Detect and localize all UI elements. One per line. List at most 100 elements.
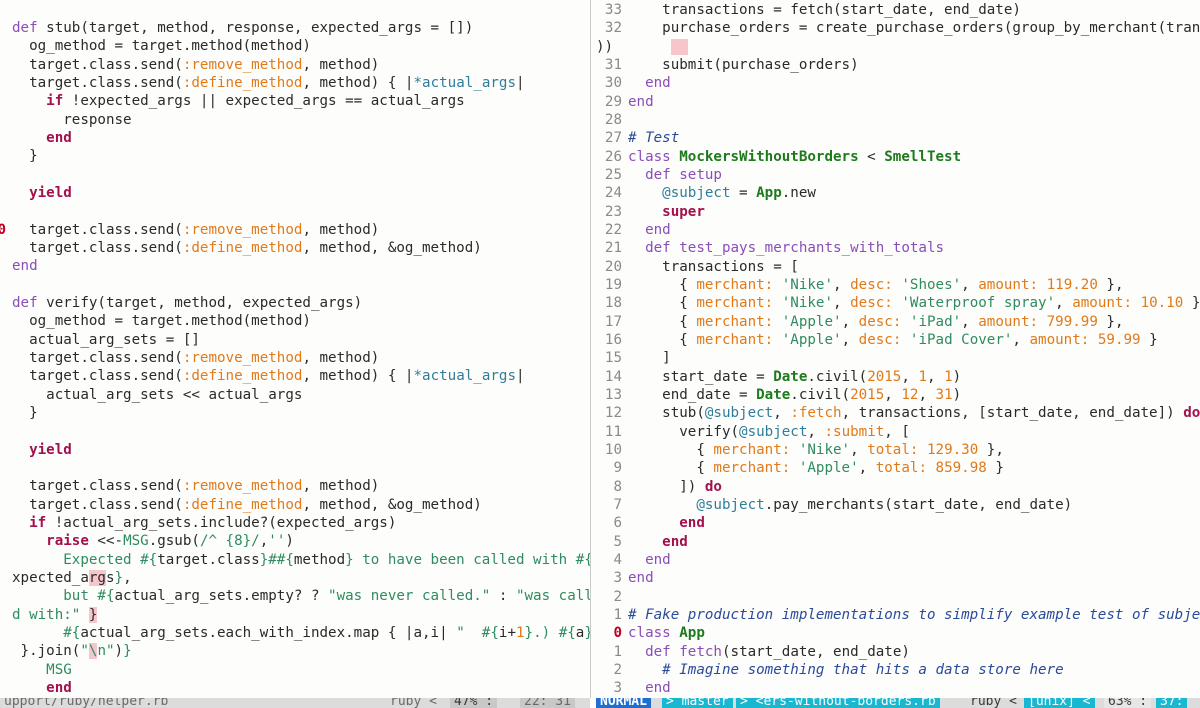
code-line[interactable]: 31 submit(purchase_orders) xyxy=(596,56,1200,74)
code-line[interactable]: 9 { merchant: 'Apple', total: 859.98 } xyxy=(596,459,1200,477)
code-text: class App xyxy=(628,625,705,642)
mode-indicator: NORMAL xyxy=(596,698,651,708)
code-line[interactable] xyxy=(0,459,590,477)
code-line[interactable]: Expected #{target.class}##{method} to ha… xyxy=(0,551,590,569)
code-text: } xyxy=(12,148,38,165)
code-line[interactable]: if !expected_args || expected_args == ac… xyxy=(0,92,590,110)
code-line[interactable]: 26 class MockersWithoutBorders < SmellTes… xyxy=(596,148,1200,166)
code-line[interactable]: response xyxy=(0,111,590,129)
code-line[interactable]: d with:" } xyxy=(0,606,590,624)
code-text: actual_arg_sets = [] xyxy=(12,331,200,348)
code-line[interactable]: target.class.send(:remove_method, method… xyxy=(0,349,590,367)
line-number: 4 xyxy=(613,551,622,568)
code-line[interactable]: 16 { merchant: 'Apple', desc: 'iPad Cove… xyxy=(596,331,1200,349)
code-line[interactable]: og_method = target.method(method) xyxy=(0,312,590,330)
code-line[interactable]: 13 end_date = Date.civil(2015, 12, 31) xyxy=(596,386,1200,404)
code-line[interactable]: def verify(target, method, expected_args… xyxy=(0,294,590,312)
line-number: 22 xyxy=(604,221,622,238)
code-line[interactable]: 3 end xyxy=(596,679,1200,697)
code-line[interactable]: } xyxy=(0,404,590,422)
code-text: yield xyxy=(29,441,72,458)
code-line[interactable]: 22 end xyxy=(596,221,1200,239)
code-line[interactable]: but #{actual_arg_sets.empty? ? "was neve… xyxy=(0,587,590,605)
code-line[interactable]: 25 def setup xyxy=(596,166,1200,184)
line-number: 7 xyxy=(613,496,622,513)
code-text: { merchant: 'Nike', desc: 'Shoes', amoun… xyxy=(628,276,1124,293)
left-editor-pane[interactable]: def stub(target, method, response, expec… xyxy=(0,0,590,698)
code-line[interactable]: def stub(target, method, response, expec… xyxy=(0,19,590,37)
code-line[interactable]: 2 # Imagine something that hits a data s… xyxy=(596,661,1200,679)
code-line[interactable]: target.class.send(:define_method, method… xyxy=(0,74,590,92)
code-line[interactable]: 12 stub(@subject, :fetch, transactions, … xyxy=(596,404,1200,422)
code-line[interactable]: 6 end xyxy=(596,514,1200,532)
code-line[interactable]: raise <<-MSG.gsub(/^ {8}/,'') xyxy=(0,532,590,550)
line-number: 3 xyxy=(613,680,622,697)
line-number: 17 xyxy=(604,313,622,330)
code-line[interactable] xyxy=(0,166,590,184)
code-line[interactable]: 32 purchase_orders = create_purchase_ord… xyxy=(596,19,1200,37)
code-text: { merchant: 'Apple', total: 859.98 } xyxy=(628,460,1004,477)
code-line[interactable]: 14 start_date = Date.civil(2015, 1, 1) xyxy=(596,368,1200,386)
code-line[interactable]: og_method = target.method(method) xyxy=(0,37,590,55)
code-line[interactable]: 0 target.class.send(:remove_method, meth… xyxy=(0,221,590,239)
code-line[interactable]: target.class.send(:define_method, method… xyxy=(0,496,590,514)
code-text: target.class.send(:remove_method, method… xyxy=(12,221,380,238)
line-number: 5 xyxy=(613,533,622,550)
code-line[interactable]: }.join("\n")} xyxy=(0,642,590,660)
code-line[interactable]: 28 xyxy=(596,111,1200,129)
code-text: { merchant: 'Nike', desc: 'Waterproof sp… xyxy=(628,295,1200,312)
code-line[interactable]: 23 super xyxy=(596,203,1200,221)
code-line[interactable]: 0 class App xyxy=(596,624,1200,642)
line-number: 10 xyxy=(604,441,622,458)
code-line[interactable]: 3 end xyxy=(596,569,1200,587)
code-line[interactable]: 30 end xyxy=(596,74,1200,92)
code-line[interactable]: target.class.send(:remove_method, method… xyxy=(0,56,590,74)
code-line[interactable]: 20 transactions = [ xyxy=(596,258,1200,276)
code-line[interactable]: yield xyxy=(0,441,590,459)
code-line[interactable]: 4 end xyxy=(596,551,1200,569)
code-line[interactable]: #{actual_arg_sets.each_with_index.map { … xyxy=(0,624,590,642)
code-line[interactable]: 7 @subject.pay_merchants(start_date, end… xyxy=(596,496,1200,514)
code-line[interactable]: yield xyxy=(0,184,590,202)
right-editor-pane[interactable]: 33 transactions = fetch(start_date, end_… xyxy=(596,0,1200,698)
code-line[interactable]: 29 end xyxy=(596,93,1200,111)
code-line[interactable]: 27 # Test xyxy=(596,129,1200,147)
code-text: end xyxy=(628,93,654,110)
code-line[interactable]: 33 transactions = fetch(start_date, end_… xyxy=(596,1,1200,19)
code-line[interactable] xyxy=(0,422,590,440)
code-line[interactable]: 1 def fetch(start_date, end_date) xyxy=(596,643,1200,661)
code-line[interactable]: 10 { merchant: 'Nike', total: 129.30 }, xyxy=(596,441,1200,459)
code-line[interactable]: target.class.send(:remove_method, method… xyxy=(0,477,590,495)
code-line[interactable]: 21 def test_pays_merchants_with_totals xyxy=(596,239,1200,257)
code-line[interactable]: xpected_args}, xyxy=(0,569,590,587)
line-number: 20 xyxy=(604,258,622,275)
line-number: 9 xyxy=(613,460,622,477)
code-line[interactable]: 8 ]) do xyxy=(596,478,1200,496)
code-line[interactable]: end xyxy=(0,679,590,697)
code-text: ]) do xyxy=(628,478,722,495)
code-text: response xyxy=(12,111,132,128)
code-line[interactable]: end xyxy=(0,129,590,147)
code-line[interactable]: 15 ] xyxy=(596,349,1200,367)
code-text: @subject = App.new xyxy=(662,185,816,202)
code-line[interactable]: if !actual_arg_sets.include?(expected_ar… xyxy=(0,514,590,532)
code-line[interactable]: target.class.send(:define_method, method… xyxy=(0,367,590,385)
code-line[interactable] xyxy=(0,202,590,220)
code-line[interactable]: 2 xyxy=(596,588,1200,606)
code-line[interactable]: 18 { merchant: 'Nike', desc: 'Waterproof… xyxy=(596,294,1200,312)
code-line[interactable]: actual_arg_sets << actual_args xyxy=(0,386,590,404)
code-line[interactable]: 24 @subject = App.new xyxy=(596,184,1200,202)
code-line[interactable]: 11 verify(@subject, :submit, [ xyxy=(596,423,1200,441)
code-line[interactable]: } xyxy=(0,147,590,165)
code-line[interactable]: actual_arg_sets = [] xyxy=(0,331,590,349)
code-text: end xyxy=(46,679,72,696)
code-line[interactable] xyxy=(0,276,590,294)
code-line[interactable]: 17 { merchant: 'Apple', desc: 'iPad', am… xyxy=(596,313,1200,331)
code-line[interactable]: )) xyxy=(596,38,1200,56)
code-line[interactable]: target.class.send(:define_method, method… xyxy=(0,239,590,257)
code-line[interactable]: 19 { merchant: 'Nike', desc: 'Shoes', am… xyxy=(596,276,1200,294)
code-line[interactable]: 1 # Fake production implementations to si… xyxy=(596,606,1200,624)
code-line[interactable]: end xyxy=(0,257,590,275)
code-line[interactable]: MSG xyxy=(0,661,590,679)
code-line[interactable]: 5 end xyxy=(596,533,1200,551)
